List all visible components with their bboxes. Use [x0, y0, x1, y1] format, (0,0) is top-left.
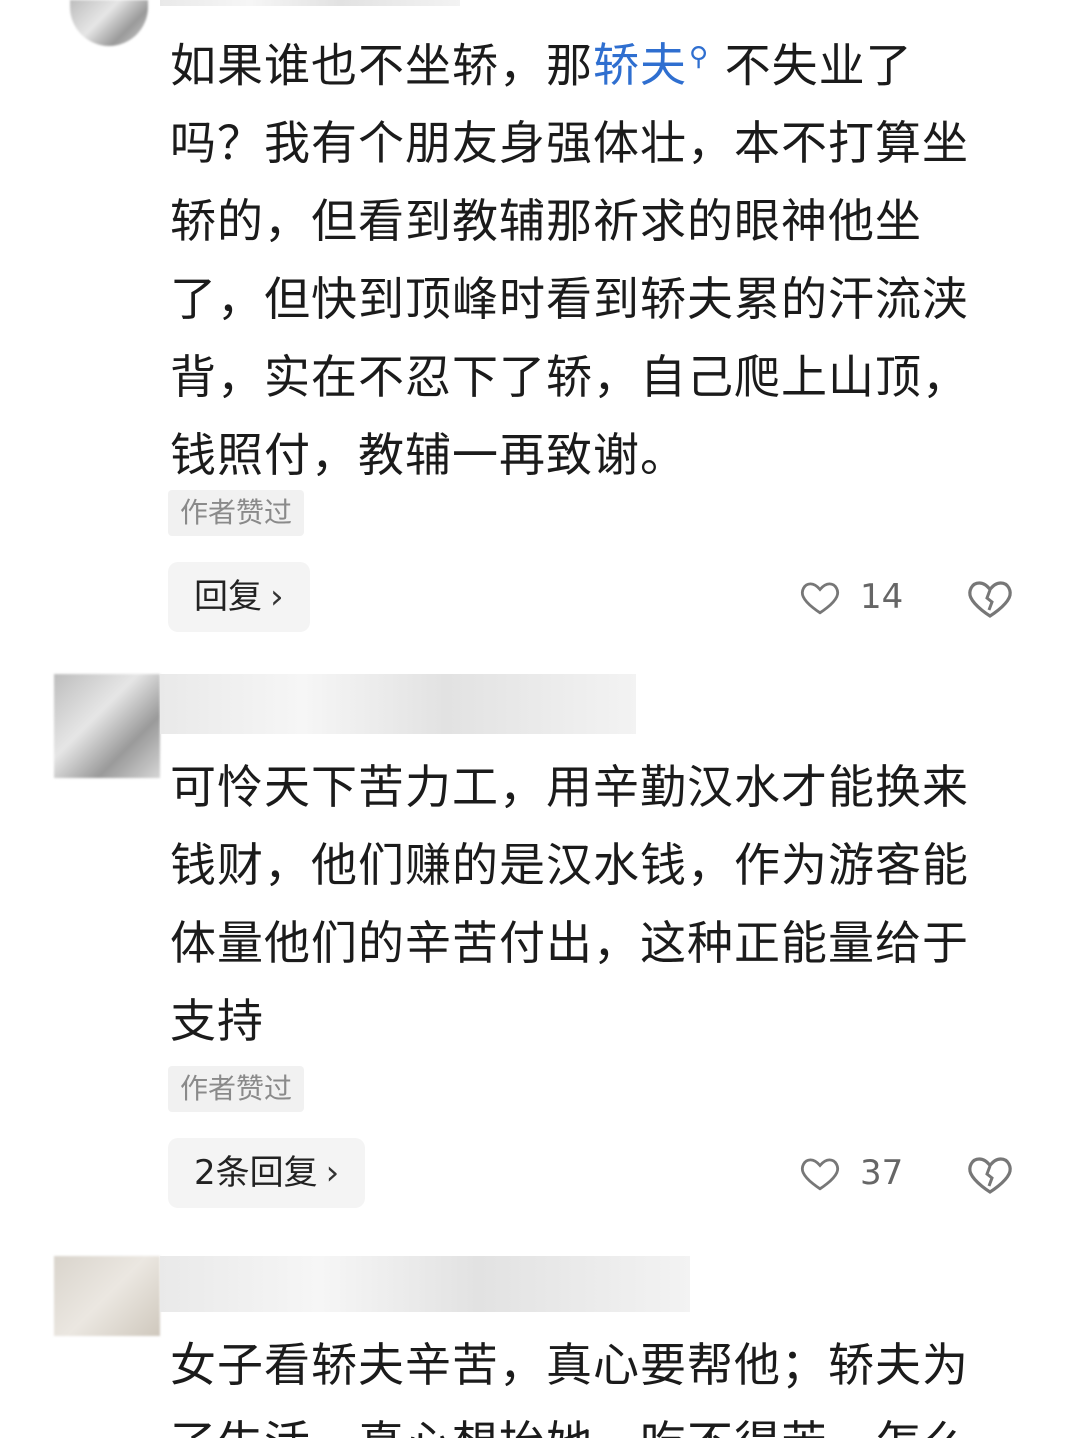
chevron-right-icon: › [270, 577, 284, 617]
replies-button[interactable]: 2条回复 › [168, 1138, 366, 1208]
username-redacted[interactable] [160, 0, 460, 6]
keyword-search-link[interactable]: 轿夫⚲ [593, 38, 709, 92]
avatar[interactable] [54, 674, 160, 778]
comment-text: 可怜天下苦力工，用辛勤汉水才能换来钱财，他们赚的是汉水钱，作为游客能体量他们的辛… [170, 760, 969, 1048]
like-button[interactable]: 37 [798, 1148, 903, 1198]
broken-heart-icon[interactable] [966, 1150, 1014, 1198]
keyword-label: 轿夫 [593, 38, 687, 93]
comment-text-part: 不失业了吗？我有个朋友身强体壮，本不打算坐轿的，但看到教辅那祈求的眼神他坐了，但… [170, 38, 969, 483]
reply-button[interactable]: 回复 › [168, 562, 310, 632]
heart-outline-icon [801, 582, 839, 615]
like-count: 14 [860, 577, 904, 617]
avatar[interactable] [54, 1256, 160, 1336]
like-button[interactable]: 14 [798, 572, 903, 622]
username-redacted[interactable] [160, 674, 636, 734]
comment-list: 如果谁也不坐轿，那轿夫⚲ 不失业了吗？我有个朋友身强体壮，本不打算坐轿的，但看到… [0, 0, 1078, 1438]
broken-heart-icon[interactable] [966, 574, 1014, 622]
search-icon: ⚲ [689, 42, 710, 72]
reply-button-label: 回复 [194, 577, 262, 617]
comment-text: 女子看轿夫辛苦，真心要帮他；轿夫为了生活，真心想抬她，吃不得苦，怎么 [170, 1338, 969, 1438]
comment-text: 如果谁也不坐轿，那轿夫⚲ 不失业了吗？我有个朋友身强体壮，本不打算坐轿的，但看到… [170, 18, 1000, 494]
username-redacted[interactable] [160, 1256, 690, 1312]
comment-text-part: 如果谁也不坐轿，那 [170, 38, 593, 93]
heart-outline-icon [801, 1158, 839, 1191]
author-liked-badge: 作者赞过 [168, 1066, 305, 1112]
avatar[interactable] [70, 0, 148, 46]
reply-button-label: 2条回复 [194, 1153, 318, 1193]
author-liked-badge: 作者赞过 [168, 490, 305, 536]
chevron-right-icon: › [325, 1153, 340, 1193]
like-count: 37 [860, 1153, 904, 1193]
